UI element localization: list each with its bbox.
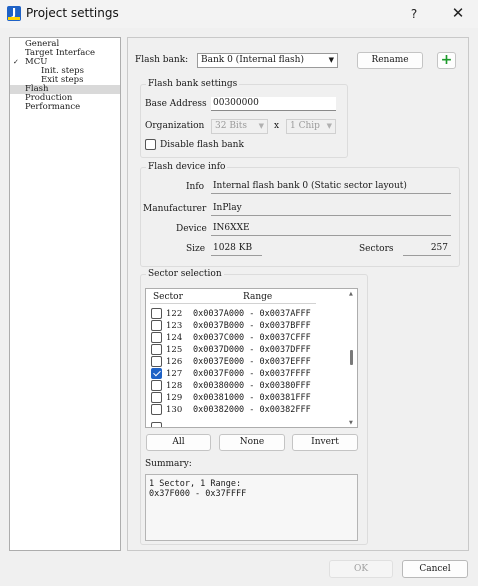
flash-bank-settings-group: Flash bank settings Base Address 0030000…	[140, 79, 348, 158]
sector-list[interactable]: Sector Range 122 0x0037A000 - 0x0037AFFF …	[145, 288, 358, 428]
size-label: Size	[186, 244, 206, 254]
add-bank-button[interactable]: +	[437, 52, 456, 69]
summary-label: Summary:	[145, 459, 192, 469]
list-item[interactable]	[150, 422, 348, 427]
window-title: Project settings	[26, 6, 119, 20]
list-item[interactable]: 124 0x0037C000 - 0x0037CFFF	[150, 332, 348, 344]
settings-nav-tree: General Target Interface ✓ MCU Init. step…	[9, 37, 121, 551]
list-item[interactable]: 127 0x0037F000 - 0x0037FFFF	[150, 368, 348, 380]
group-title: Flash device info	[146, 162, 228, 172]
dropdown-arrow-icon: ▼	[258, 122, 264, 130]
column-header-sector[interactable]: Sector	[153, 292, 183, 302]
sector-checkbox[interactable]	[151, 356, 162, 367]
list-item[interactable]: 126 0x0037E000 - 0x0037EFFF	[150, 356, 348, 368]
sector-checkbox[interactable]	[151, 422, 162, 427]
sectors-label: Sectors	[359, 244, 394, 254]
group-title: Sector selection	[146, 269, 224, 279]
nav-item-performance[interactable]: Performance	[10, 103, 120, 112]
manufacturer-value: InPlay	[211, 202, 451, 216]
list-item[interactable]: 123 0x0037B000 - 0x0037BFFF	[150, 320, 348, 332]
sector-checkbox[interactable]	[151, 404, 162, 415]
app-logo-icon: J	[7, 6, 21, 21]
flash-bank-select[interactable]: Bank 0 (Internal flash) ▼	[197, 53, 338, 68]
sector-checkbox[interactable]	[151, 344, 162, 355]
summary-text: 1 Sector, 1 Range: 0x37F000 - 0x37FFFF	[145, 474, 358, 541]
info-value: Internal flash bank 0 (Static sector lay…	[211, 180, 451, 194]
nav-item-mcu[interactable]: ✓ MCU	[10, 58, 120, 67]
help-button[interactable]: ?	[404, 4, 424, 24]
flash-settings-panel: Flash bank: Bank 0 (Internal flash) ▼ Ren…	[127, 37, 469, 551]
device-value: IN6XXE	[211, 222, 451, 236]
chevron-down-icon[interactable]: ✓	[13, 58, 19, 67]
title-bar: J Project settings ? ✕	[0, 0, 478, 28]
sector-checkbox[interactable]	[151, 392, 162, 403]
scroll-down-icon[interactable]: ▼	[349, 420, 353, 426]
sector-checkbox[interactable]	[151, 380, 162, 391]
base-address-input[interactable]: 00300000	[211, 97, 336, 111]
base-address-label: Base Address	[145, 99, 207, 109]
group-title: Flash bank settings	[146, 79, 240, 89]
info-label: Info	[186, 182, 205, 192]
sector-list-header: Sector Range	[150, 292, 316, 304]
select-none-button[interactable]: None	[219, 434, 285, 451]
ok-button[interactable]: OK	[329, 560, 393, 578]
sector-checkbox[interactable]	[151, 320, 162, 331]
dropdown-arrow-icon: ▼	[326, 122, 332, 130]
manufacturer-label: Manufacturer	[143, 204, 207, 214]
organization-bits-select: 32 Bits ▼	[211, 119, 268, 134]
cancel-button[interactable]: Cancel	[402, 560, 468, 578]
list-item[interactable]: 128 0x00380000 - 0x00380FFF	[150, 380, 348, 392]
disable-flash-bank-checkbox[interactable]	[145, 139, 156, 150]
rename-button[interactable]: Rename	[357, 52, 423, 69]
flash-bank-label: Flash bank:	[135, 55, 189, 65]
sector-checkbox[interactable]	[151, 368, 162, 379]
disable-flash-bank-label: Disable flash bank	[160, 140, 244, 150]
organization-chips-select: 1 Chip ▼	[286, 119, 336, 134]
sector-checkbox[interactable]	[151, 308, 162, 319]
device-label: Device	[176, 224, 207, 234]
dropdown-arrow-icon: ▼	[328, 56, 334, 64]
scrollbar-thumb[interactable]	[350, 350, 353, 365]
column-header-range[interactable]: Range	[243, 292, 272, 302]
list-item[interactable]: 122 0x0037A000 - 0x0037AFFF	[150, 308, 348, 320]
scroll-up-icon[interactable]: ▲	[349, 291, 353, 297]
sectors-value: 257	[403, 242, 451, 256]
list-item[interactable]: 130 0x00382000 - 0x00382FFF	[150, 404, 348, 416]
organization-times-label: x	[274, 121, 280, 131]
close-button[interactable]: ✕	[448, 4, 468, 24]
invert-selection-button[interactable]: Invert	[292, 434, 358, 451]
list-item[interactable]: 129 0x00381000 - 0x00381FFF	[150, 392, 348, 404]
select-all-button[interactable]: All	[146, 434, 211, 451]
organization-label: Organization	[145, 121, 205, 131]
size-value: 1028 KB	[211, 242, 262, 256]
sector-checkbox[interactable]	[151, 332, 162, 343]
flash-device-info-group: Flash device info Info Internal flash ba…	[140, 162, 460, 267]
list-item[interactable]: 125 0x0037D000 - 0x0037DFFF	[150, 344, 348, 356]
